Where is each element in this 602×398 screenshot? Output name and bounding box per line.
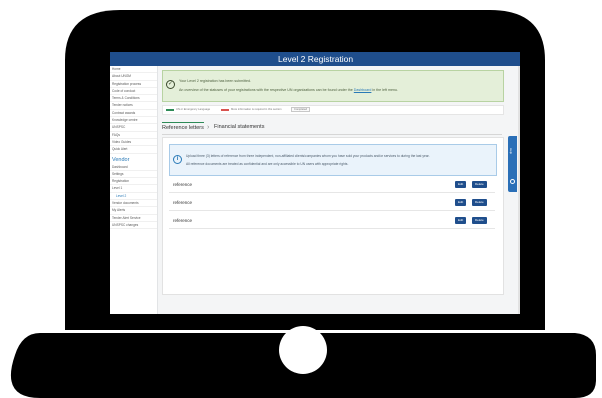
sidebar-item-vendor-documents[interactable]: Vendor documents [110, 200, 157, 208]
info-text-upload: Upload three (3) letters of reference fr… [186, 154, 430, 158]
success-details-prefix: An overview of the statuses of your regi… [179, 88, 353, 92]
info-text-confidential: All reference documents are treated as c… [186, 162, 349, 166]
legend-item-complete: UN or Emergency Language [176, 107, 211, 111]
tab-bar: Reference letters › Financial statements [162, 122, 502, 135]
chevron-right-icon: › [207, 124, 210, 131]
tab-financial-statements[interactable]: Financial statements [214, 122, 264, 133]
delete-button[interactable]: Delete [472, 199, 487, 206]
completed-badge: Completed [291, 107, 310, 112]
edit-button[interactable]: Edit [455, 217, 467, 224]
sidebar-item-unspsc-changes[interactable]: UNSPSC changes [110, 222, 157, 230]
help-icon [510, 179, 515, 184]
sidebar-item-about[interactable]: About UNGM [110, 73, 157, 81]
info-icon: i [173, 155, 182, 164]
sidebar-item-faqs[interactable]: FAQs [110, 132, 157, 139]
sidebar-item-level-1[interactable]: Level 1 [110, 185, 157, 193]
reference-row: reference Edit Delete [169, 196, 495, 211]
sidebar-item-code-of-conduct[interactable]: Code of conduct [110, 88, 157, 96]
reference-name: reference [173, 200, 193, 205]
status-legend: UN or Emergency Language More informatio… [162, 105, 504, 115]
sidebar-item-home[interactable]: Home [110, 66, 157, 74]
sidebar-item-registration[interactable]: Registration [110, 178, 157, 186]
edit-button[interactable]: Edit [455, 181, 467, 188]
success-message: Your Level 2 registration has been submi… [179, 79, 251, 83]
red-legend-swatch [221, 109, 229, 111]
sidebar-item-contract-awards[interactable]: Contract awards [110, 110, 157, 118]
green-legend-swatch [166, 109, 174, 111]
sidebar-item-unspsc[interactable]: UNSPSC [110, 124, 157, 132]
sidebar-item-my-alerts[interactable]: My Alerts [110, 207, 157, 215]
sidebar-item-terms[interactable]: Terms & Conditions [110, 95, 157, 103]
delete-button[interactable]: Delete [472, 181, 487, 188]
tab-reference-letters[interactable]: Reference letters [162, 122, 204, 134]
sidebar-item-tender-notices[interactable]: Tender notices [110, 102, 157, 110]
delete-button[interactable]: Delete [472, 217, 487, 224]
sidebar-item-settings[interactable]: Settings [110, 171, 157, 179]
reference-name: reference [173, 218, 193, 223]
sidebar-item-registration-process[interactable]: Registration process [110, 81, 157, 88]
reference-name: reference [173, 182, 193, 187]
reference-row: reference Edit Delete [169, 178, 495, 193]
reference-row: reference Edit Delete [169, 214, 495, 229]
success-alert: ✓ Your Level 2 registration has been sub… [162, 70, 504, 102]
sidebar-item-video-guides[interactable]: Video Guides [110, 139, 157, 147]
sidebar-item-knowledge-centre[interactable]: Knowledge centre [110, 117, 157, 125]
legend-item-missing: More information is required in this sec… [231, 107, 282, 111]
header-bar: Level 2 Registration [110, 52, 520, 66]
sidebar-item-tender-alert-service[interactable]: Tender Alert Service [110, 215, 157, 222]
sidebar: Home About UNGM Registration process Cod… [110, 66, 158, 314]
help-side-tab[interactable]: Help [508, 136, 517, 192]
checkmark-icon: ✓ [166, 80, 175, 89]
reference-letters-panel: i Upload three (3) letters of reference … [162, 137, 504, 295]
success-details: An overview of the statuses of your regi… [179, 88, 398, 92]
sidebar-section-title: Vendor [112, 156, 130, 163]
main-content: ✓ Your Level 2 registration has been sub… [160, 66, 506, 314]
scrollbar[interactable] [518, 66, 520, 314]
help-tab-label: Help [509, 148, 513, 155]
info-box: i Upload three (3) letters of reference … [169, 144, 497, 176]
browser-screen: Level 2 Registration Home About UNGM Reg… [110, 52, 520, 314]
page-title: Level 2 Registration [278, 54, 354, 64]
sidebar-item-level-2[interactable]: Level 2 [110, 193, 157, 201]
sidebar-item-dashboard[interactable]: Dashboard [110, 164, 157, 171]
dashboard-link[interactable]: Dashboard [354, 88, 372, 92]
edit-button[interactable]: Edit [455, 199, 467, 206]
success-details-suffix: in the left menu. [372, 88, 398, 92]
sidebar-item-quick-alert[interactable]: Quick Alert [110, 146, 157, 154]
